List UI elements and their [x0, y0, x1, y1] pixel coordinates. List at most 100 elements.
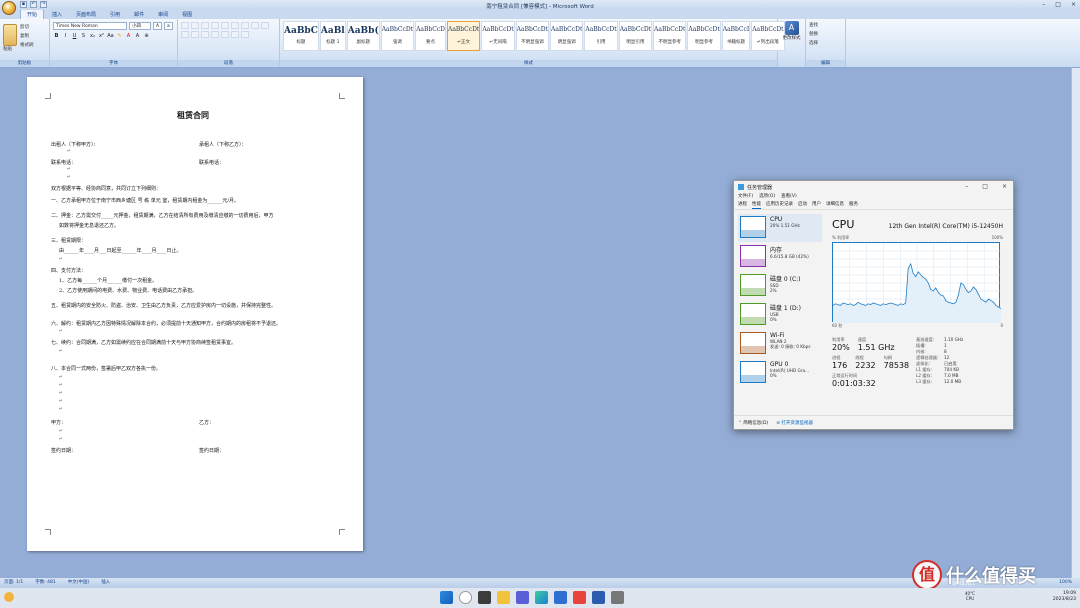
resource-item[interactable]: 磁盘 0 (C:) SSD 2% [738, 272, 822, 300]
style-item[interactable]: AaBbCcDt 明显参考 [687, 21, 721, 51]
select-button[interactable]: 选择 [809, 40, 842, 46]
decrease-indent-icon[interactable] [211, 22, 219, 29]
ribbon-tab[interactable]: 审阅 [152, 10, 174, 19]
style-item[interactable]: AaBbCcDt 引用 [584, 21, 618, 51]
justify-icon[interactable] [201, 31, 209, 38]
tab[interactable]: 应用历史记录 [766, 201, 793, 209]
char-shading-icon[interactable]: A [134, 33, 141, 40]
sort-icon[interactable] [241, 22, 249, 29]
task-view-icon[interactable] [478, 591, 491, 604]
maximize-button[interactable]: □ [1055, 1, 1061, 8]
ribbon-tab[interactable]: 视图 [176, 10, 198, 19]
align-right-icon[interactable] [191, 31, 199, 38]
close-button[interactable]: × [1002, 183, 1007, 190]
menu-item[interactable]: 选项(O) [759, 193, 775, 201]
vertical-scrollbar[interactable] [1071, 68, 1080, 578]
teams-icon[interactable] [516, 591, 529, 604]
minimize-button[interactable]: – [965, 183, 968, 190]
resource-item[interactable]: 磁盘 1 (D:) USB 0% [738, 301, 822, 329]
menu-item[interactable]: 查看(V) [781, 193, 797, 201]
document-page[interactable]: 租赁合同 出租人（下称甲方）： 承租人（下称乙方）： 联系电话： 联系电话： 双方根据平… [27, 77, 363, 551]
tab[interactable]: 服务 [849, 201, 858, 209]
style-item[interactable]: AaBl 标题 1 [319, 21, 346, 51]
style-item[interactable]: AaBbC 标题 [283, 21, 319, 51]
increase-indent-icon[interactable] [221, 22, 229, 29]
ribbon-tab[interactable]: 页面布局 [70, 10, 102, 19]
cpu-temp-widget[interactable]: 40°C CPU [965, 591, 975, 601]
style-item[interactable]: AaBbCcDt 不明显参考 [653, 21, 687, 51]
resource-item[interactable]: 内存 6.6/15.8 GB (42%) [738, 243, 822, 271]
ribbon-tab[interactable]: 开始 [20, 9, 45, 19]
maximize-button[interactable]: □ [982, 183, 988, 190]
paste-button[interactable] [3, 24, 17, 46]
edge-icon[interactable] [535, 591, 548, 604]
format-painter-button[interactable]: 格式刷 [20, 42, 34, 48]
find-button[interactable]: 查找 [809, 22, 842, 28]
tab[interactable]: 详细信息 [826, 201, 844, 209]
cut-button[interactable]: 剪切 [20, 24, 34, 30]
enclose-char-icon[interactable]: ⊕ [143, 33, 150, 40]
bullets-icon[interactable] [181, 22, 189, 29]
store-icon[interactable] [554, 591, 567, 604]
resource-item[interactable]: CPU 20% 1.51 GHz [738, 214, 822, 242]
replace-button[interactable]: 替换 [809, 31, 842, 37]
clock[interactable]: 19:09 2023/8/23 [1053, 591, 1076, 603]
resource-monitor-link[interactable]: ⊘ 打开资源监视器 [776, 420, 813, 426]
align-left-icon[interactable] [261, 22, 269, 29]
style-item[interactable]: AaBb(副标题 [346, 21, 380, 51]
ribbon-tab[interactable]: 插入 [46, 10, 68, 19]
numbering-icon[interactable] [191, 22, 199, 29]
shading-icon[interactable] [231, 31, 239, 38]
font-size-select[interactable]: 小四 [129, 22, 151, 30]
change-case-icon[interactable]: Aa [107, 33, 114, 40]
style-item[interactable]: AaBbCcD 要点 [415, 21, 446, 51]
word-count[interactable]: 字数: 481 [35, 578, 56, 588]
page-count[interactable]: 页面: 1/1 [4, 578, 23, 588]
insert-mode[interactable]: 插入 [101, 578, 110, 588]
font-name-select[interactable]: Times New Roman [53, 22, 127, 30]
file-explorer-icon[interactable] [497, 591, 510, 604]
chinese-layout-icon[interactable] [231, 22, 239, 29]
multilevel-list-icon[interactable] [201, 22, 209, 29]
word-icon[interactable] [592, 591, 605, 604]
shrink-font-icon[interactable]: a [164, 22, 173, 30]
fewer-details-button[interactable]: ⌃ 简略信息(D) [738, 420, 768, 426]
menu-item[interactable]: 文件(F) [738, 193, 753, 201]
office-button[interactable] [2, 1, 16, 15]
borders-icon[interactable] [241, 31, 249, 38]
style-item[interactable]: AaBbCcDt 强调 [380, 21, 415, 51]
ribbon-tab[interactable]: 引用 [104, 10, 126, 19]
font-color-icon[interactable]: A [125, 33, 132, 40]
zoom-level[interactable]: 100% [1059, 578, 1072, 588]
tab[interactable]: 启动 [798, 201, 807, 209]
search-icon[interactable] [459, 591, 472, 604]
strikethrough-icon[interactable]: S [80, 33, 87, 40]
subscript-icon[interactable]: x₂ [89, 33, 96, 40]
grow-font-icon[interactable]: A [153, 22, 162, 30]
bold-button[interactable]: B [53, 33, 60, 40]
weather-icon[interactable] [4, 592, 14, 602]
style-item[interactable]: AaBbCcDt 明显强调 [550, 21, 584, 51]
highlight-icon[interactable]: ✎ [116, 33, 123, 40]
distributed-icon[interactable] [211, 31, 219, 38]
style-item[interactable]: AaBbCcDt 明显引用 [618, 21, 653, 51]
tab[interactable]: 用户 [812, 201, 821, 209]
task-manager-taskbar-icon[interactable] [611, 591, 624, 604]
tab[interactable]: 性能 [752, 201, 761, 209]
style-item[interactable]: AaBbCcI 书籍标题 [721, 21, 751, 51]
close-button[interactable]: × [1071, 1, 1076, 8]
app-icon[interactable] [573, 591, 586, 604]
minimize-button[interactable]: – [1042, 1, 1045, 8]
italic-button[interactable]: I [62, 33, 69, 40]
change-styles-button[interactable]: A 更改样式 [778, 19, 806, 67]
copy-button[interactable]: 复制 [20, 33, 34, 39]
align-center-icon[interactable] [181, 31, 189, 38]
style-item[interactable]: AaBbCcDt ↵正文 [446, 21, 481, 51]
style-item[interactable]: AaBbCcDt 不明显强调 [515, 21, 550, 51]
resource-item[interactable]: Wi-Fi WLAN 2 发送: 0 接收: 0 Kbps [738, 330, 822, 358]
line-spacing-icon[interactable] [221, 31, 229, 38]
resource-item[interactable]: GPU 0 Intel(R) UHD Gra... 0% [738, 359, 822, 387]
tab[interactable]: 进程 [738, 201, 747, 209]
show-marks-icon[interactable] [251, 22, 259, 29]
ribbon-tab[interactable]: 邮件 [128, 10, 150, 19]
